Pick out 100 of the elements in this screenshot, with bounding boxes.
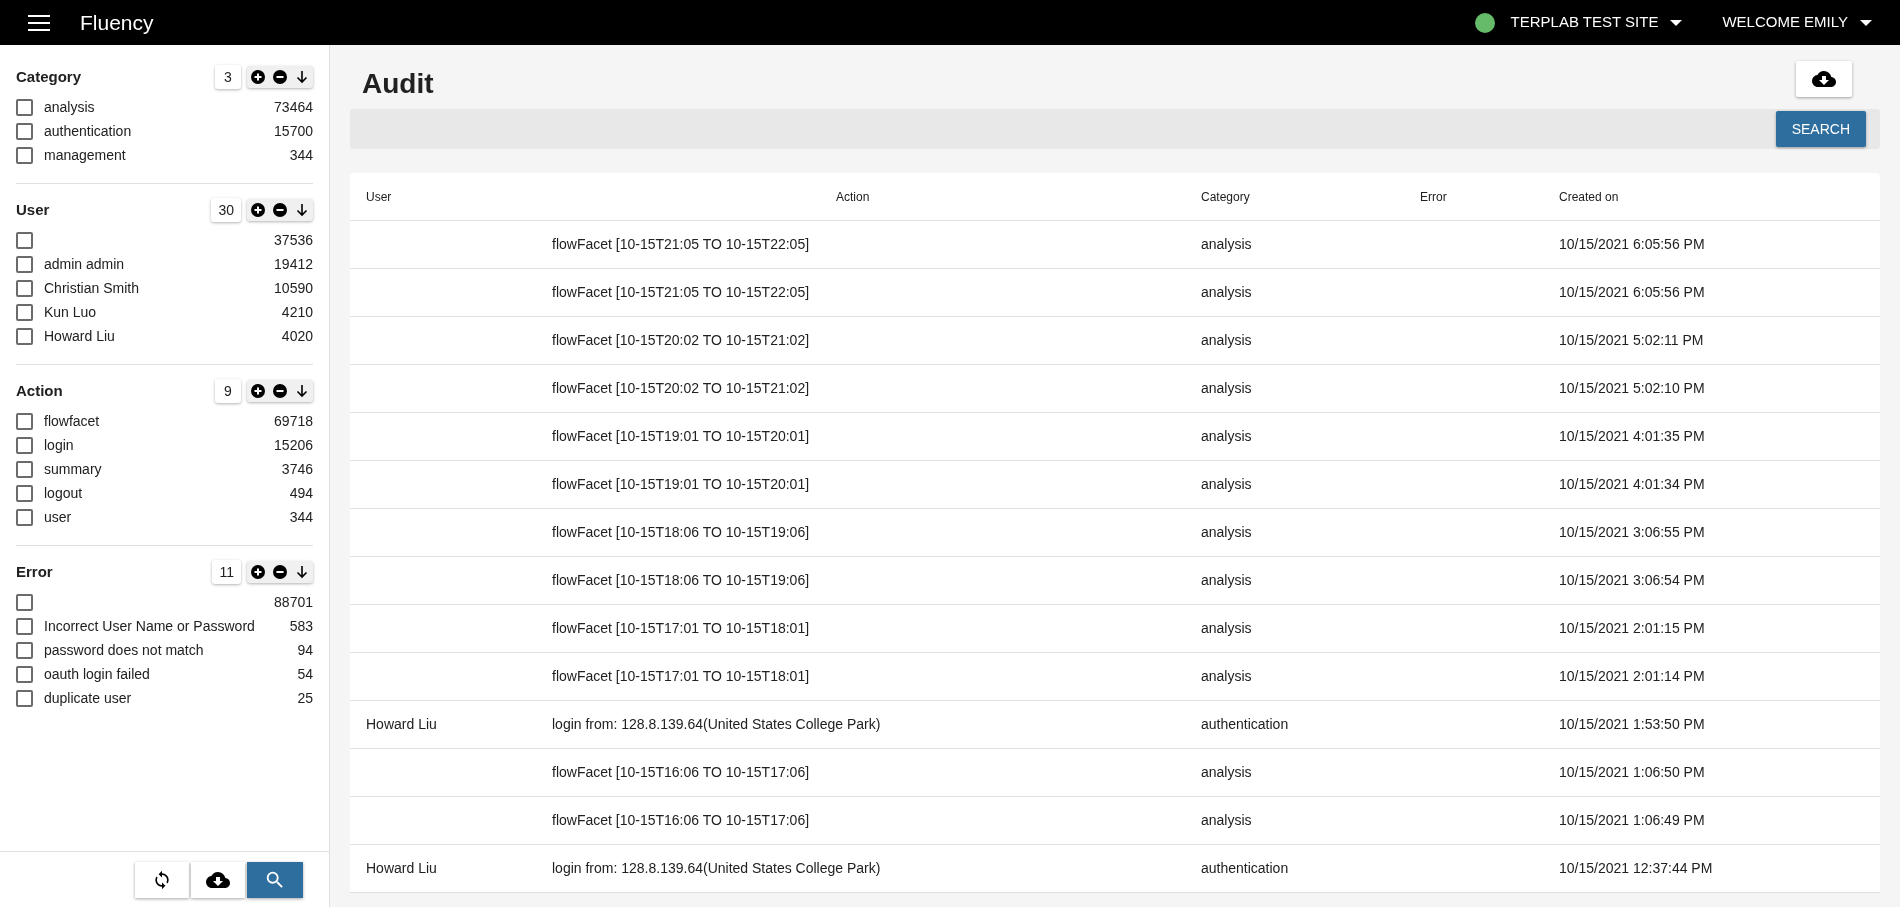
table-cell-text: 10/15/2021 2:01:14 PM — [1559, 667, 1706, 686]
checkbox[interactable] — [16, 122, 33, 140]
filter-label: Kun Luo — [44, 302, 98, 322]
table-cell-text: 10/15/2021 3:06:54 PM — [1559, 571, 1706, 590]
table-cell-text: Howard Liu — [366, 859, 438, 878]
checkbox[interactable] — [16, 231, 33, 249]
checkbox[interactable] — [16, 689, 33, 707]
table-cell-text: analysis — [1201, 811, 1253, 830]
arrow-down-icon — [294, 564, 310, 580]
filter-count-value: 19412 — [274, 254, 313, 274]
table-cell-text: 10/15/2021 1:53:50 PM — [1559, 715, 1706, 734]
table-cell-text: 10/15/2021 5:02:10 PM — [1559, 379, 1706, 398]
checkbox[interactable] — [16, 327, 33, 345]
table-cell-text: login from: 128.8.139.64(United States College Park) — [552, 859, 882, 878]
filter-count-value: 344 — [289, 507, 313, 527]
filter-count-value: 15206 — [274, 435, 313, 455]
table-cell-text: flowFacet [10-15T16:06 TO 10-15T17:06] — [552, 811, 811, 830]
table-cell-text: 10/15/2021 1:06:50 PM — [1559, 763, 1706, 782]
refresh-button[interactable] — [135, 861, 189, 898]
checkbox[interactable] — [16, 641, 33, 659]
remove-icon — [272, 69, 288, 85]
add-icon — [250, 202, 266, 218]
table-cell-text: flowFacet [10-15T17:01 TO 10-15T18:01] — [552, 667, 811, 686]
table-cell-text: flowFacet [10-15T18:06 TO 10-15T19:06] — [552, 571, 811, 590]
table-cell-text: flowFacet [10-15T16:06 TO 10-15T17:06] — [552, 763, 811, 782]
filter-label: authentication — [44, 121, 133, 141]
checkbox[interactable] — [16, 436, 33, 454]
table-cell-text: flowFacet [10-15T19:01 TO 10-15T20:01] — [552, 427, 811, 446]
checkbox[interactable] — [16, 617, 33, 635]
table-cell-text: flowFacet [10-15T21:05 TO 10-15T22:05] — [552, 235, 811, 254]
caret-icon — [1670, 19, 1683, 26]
filter-label: user — [44, 507, 73, 527]
checkbox[interactable] — [16, 665, 33, 683]
download-button[interactable] — [191, 861, 245, 898]
checkbox[interactable] — [16, 508, 33, 526]
checkbox[interactable] — [16, 412, 33, 430]
menu-icon[interactable] — [28, 14, 50, 31]
filter-count-value: 15700 — [274, 121, 313, 141]
filter-count-value: 25 — [297, 688, 313, 708]
filter-label: oauth login failed — [44, 664, 151, 684]
table-cell-text: flowFacet [10-15T21:05 TO 10-15T22:05] — [552, 283, 811, 302]
filter-count: 11 — [212, 560, 241, 584]
filter-count-value: 69718 — [274, 411, 313, 431]
checkbox[interactable] — [16, 593, 33, 611]
add-icon — [250, 383, 266, 399]
filter-count-value: 4210 — [281, 302, 313, 322]
column-header[interactable]: User — [366, 187, 552, 206]
filter-label: analysis — [44, 97, 96, 117]
add-icon — [250, 564, 266, 580]
checkbox[interactable] — [16, 279, 33, 297]
page-title: Audit — [362, 67, 434, 101]
table-cell-text: 10/15/2021 6:05:56 PM — [1559, 283, 1706, 302]
filter-count-value: 54 — [297, 664, 313, 684]
filter-count-value: 94 — [297, 640, 313, 660]
table-cell-text: authentication — [1201, 715, 1290, 734]
table-cell-text: analysis — [1201, 763, 1253, 782]
filter-count: 3 — [215, 65, 241, 89]
table-cell-text: authentication — [1201, 859, 1290, 878]
table-cell-text: 10/15/2021 1:06:49 PM — [1559, 811, 1706, 830]
table-cell-text: analysis — [1201, 235, 1253, 254]
table-cell-text: flowFacet [10-15T17:01 TO 10-15T18:01] — [552, 619, 811, 638]
filter-count: 9 — [215, 379, 241, 403]
filter-label: flowfacet — [44, 411, 101, 431]
table-cell-text: analysis — [1201, 619, 1253, 638]
column-header[interactable]: Action — [552, 187, 1201, 206]
export-button[interactable] — [1796, 61, 1852, 97]
table-cell-text: analysis — [1201, 475, 1253, 494]
checkbox[interactable] — [16, 98, 33, 116]
filter-count-value: 3746 — [281, 459, 313, 479]
table-cell-text: analysis — [1201, 667, 1253, 686]
checkbox[interactable] — [16, 484, 33, 502]
filter-label: summary — [44, 459, 103, 479]
filter-count-value: 344 — [289, 145, 313, 165]
checkbox[interactable] — [16, 255, 33, 273]
filter-label: logout — [44, 483, 84, 503]
filter-title: Action — [16, 380, 64, 401]
remove-icon — [272, 564, 288, 580]
filter-title: User — [16, 199, 51, 220]
remove-icon — [272, 383, 288, 399]
filter-label: Incorrect User Name or Password — [44, 616, 256, 636]
caret-icon — [1860, 19, 1872, 26]
search-bar[interactable]: SEARCH — [350, 109, 1880, 149]
filter-count: 30 — [211, 198, 241, 222]
user-menu[interactable]: WELCOME EMILY — [1722, 11, 1872, 34]
filter-label: management — [44, 145, 127, 165]
checkbox[interactable] — [16, 303, 33, 321]
arrow-down-icon — [294, 202, 310, 218]
filter-count-value: 88701 — [274, 592, 313, 612]
column-header[interactable]: Category — [1201, 187, 1420, 206]
search-button[interactable] — [247, 861, 303, 898]
checkbox[interactable] — [16, 146, 33, 164]
search-button[interactable]: SEARCH — [1775, 111, 1866, 147]
table-cell-text: flowFacet [10-15T20:02 TO 10-15T21:02] — [552, 331, 811, 350]
column-header[interactable]: Error — [1420, 187, 1559, 206]
filter-label: admin admin — [44, 254, 126, 274]
filter-count-value: 73464 — [274, 97, 313, 117]
column-header[interactable]: Created on — [1559, 187, 1864, 206]
filter-label: Howard Liu — [44, 326, 116, 346]
checkbox[interactable] — [16, 460, 33, 478]
site-dropdown[interactable]: TERPLAB TEST SITE — [1510, 11, 1683, 34]
